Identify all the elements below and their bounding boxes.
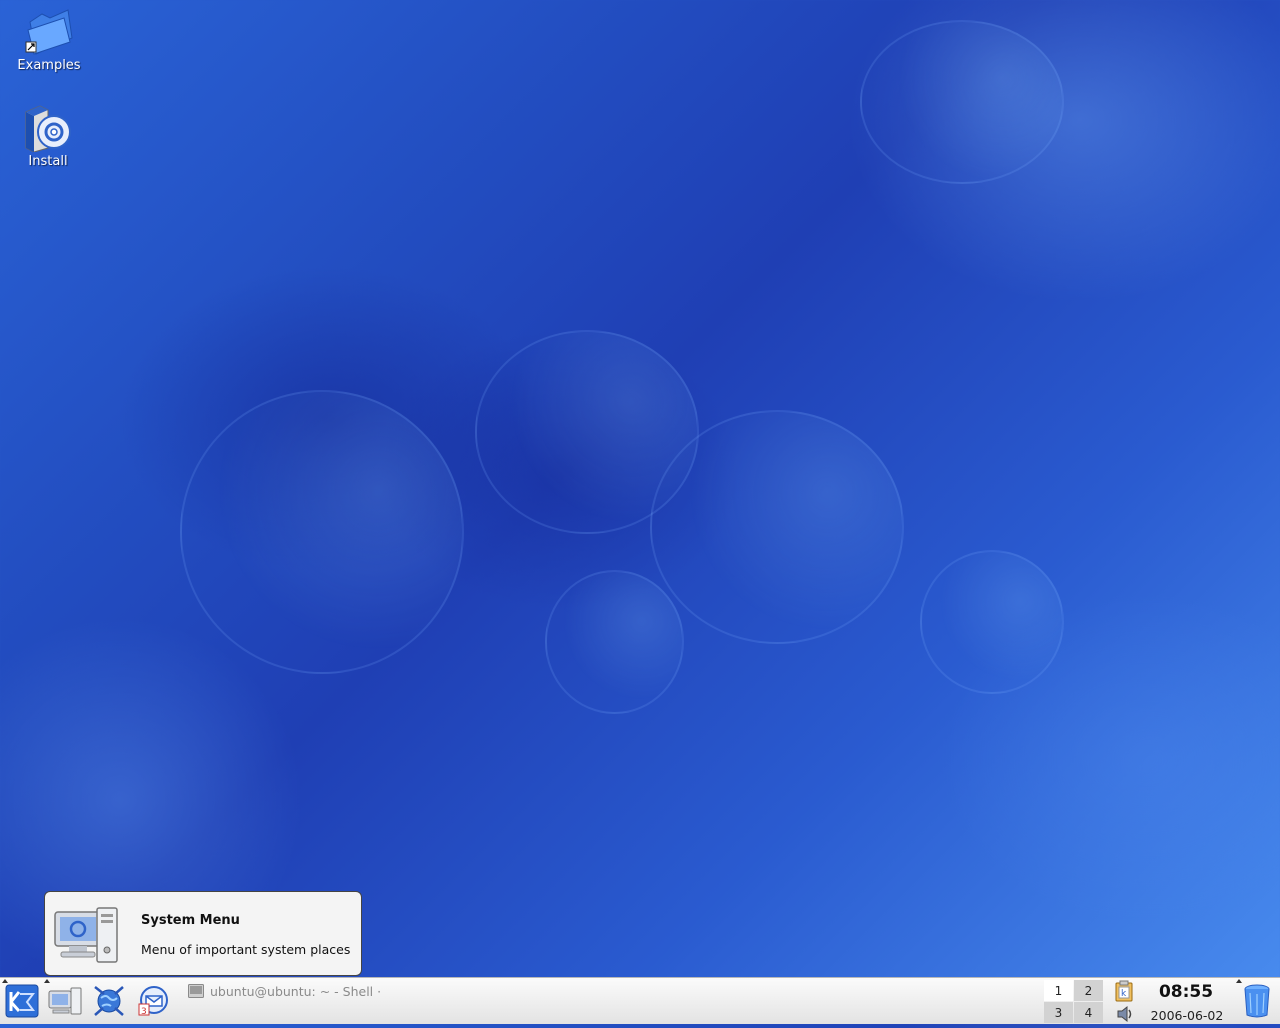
konqueror-button[interactable] [90,982,128,1020]
system-menu-button[interactable] [46,982,84,1020]
pager-label: 2 [1084,983,1093,998]
volume-icon [1117,1005,1132,1023]
installer-icon [25,105,71,152]
taskbar-item-shell[interactable]: ubuntu@ubuntu: ~ - Shell · [188,981,418,1001]
desktop-icon-examples[interactable]: Examples [9,8,89,73]
kmenu-icon [5,984,39,1018]
clock-time[interactable]: 08:55 [1148,982,1224,1002]
pager-label: 1 [1054,983,1063,998]
kontact-button[interactable]: 3 [134,982,172,1020]
wallpaper-bubble [545,570,684,714]
pager-desktop-2[interactable]: 2 [1074,980,1103,1001]
svg-text:3: 3 [141,1007,147,1017]
pager-desktop-1[interactable]: 1 [1044,980,1073,1001]
pager-desktop-3[interactable]: 3 [1044,1002,1073,1023]
pager-label: 3 [1054,1005,1063,1020]
desktop-pager: 1 2 3 4 [1043,979,1103,1023]
wallpaper-bubble [920,550,1064,694]
desktop-icon-install[interactable]: Install [8,104,88,169]
klipper-icon: k [1115,980,1133,1002]
pager-label: 4 [1084,1005,1093,1020]
kmenu-button[interactable] [3,982,41,1020]
tooltip-title: System Menu [141,913,240,928]
system-menu-icon [53,904,123,970]
konqueror-icon [94,986,124,1016]
folder-icon [25,9,73,55]
desktop-icon-label: Examples [17,58,81,73]
wallpaper-bubble [180,390,464,674]
svg-text:k: k [1121,989,1127,999]
terminal-icon [188,984,204,998]
kontact-icon: 3 [138,986,168,1017]
volume-tray-item[interactable] [1115,1004,1137,1024]
wallpaper-bubble [860,20,1064,184]
trash-button[interactable] [1242,983,1276,1021]
klipper-tray-item[interactable]: k [1114,980,1136,1002]
trash-icon [1244,984,1270,1018]
desktop-icon-label: Install [28,154,68,169]
kicker-panel: 3 ubuntu@ubuntu: ~ - Shell · 1 2 3 4 k 0… [0,977,1280,1024]
tooltip-description: Menu of important system places [141,942,351,957]
taskbar-item-label: ubuntu@ubuntu: ~ - Shell · [210,983,382,999]
clock-date[interactable]: 2006-06-02 [1144,1008,1230,1023]
wallpaper-bubble [650,410,904,644]
system-menu-icon [48,987,82,1015]
pager-desktop-4[interactable]: 4 [1074,1002,1103,1023]
system-menu-tooltip: System Menu Menu of important system pla… [44,891,362,976]
